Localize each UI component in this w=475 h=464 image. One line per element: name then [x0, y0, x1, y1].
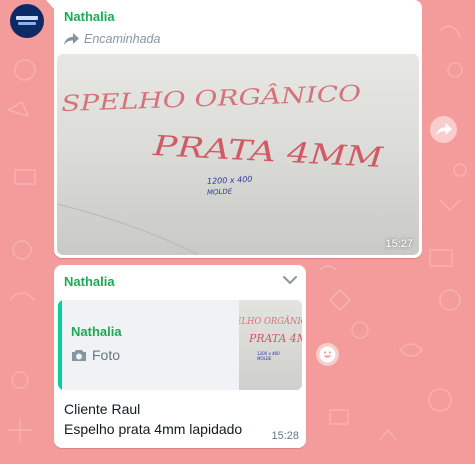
- thumb-handwriting-2: PRATA 4MM: [248, 332, 302, 345]
- photo-timestamp: 15:27: [385, 238, 413, 250]
- contact-avatar[interactable]: [10, 4, 44, 38]
- emoji-smile-icon: [319, 346, 336, 363]
- forwarded-indicator: Encaminhada: [64, 31, 160, 47]
- camera-icon: [72, 349, 86, 361]
- forwarded-photo-message[interactable]: Nathalia Encaminhada SPELHO ORGÂNICO PRA…: [46, 0, 422, 258]
- photo-handwriting-2: PRATA 4MM: [151, 129, 385, 174]
- forwarded-label: Encaminhada: [84, 32, 161, 46]
- quote-stripe: [58, 300, 62, 390]
- sender-name[interactable]: Nathalia: [64, 9, 115, 24]
- bubble-tail: [46, 0, 54, 9]
- share-forward-icon: [435, 123, 452, 136]
- message-text: Cliente Raul Espelho prata 4mm lapidado: [64, 399, 242, 439]
- photo-handwriting-3: 1200 x 400: [207, 175, 253, 186]
- message-timestamp: 15:28: [271, 430, 299, 442]
- forward-arrow-icon: [64, 33, 79, 45]
- quoted-type-label: Foto: [92, 347, 121, 363]
- message-photo[interactable]: SPELHO ORGÂNICO PRATA 4MM 1200 x 400 MOL…: [57, 54, 419, 255]
- photo-handwriting-4: MOLDE: [207, 187, 233, 196]
- photo-content: SPELHO ORGÂNICO PRATA 4MM 1200 x 400 MOL…: [57, 80, 386, 255]
- reply-message[interactable]: Nathalia Nathalia Foto SPELHO ORGÂNICO P…: [54, 265, 306, 448]
- message-line-1: Cliente Raul: [64, 401, 141, 417]
- sender-name[interactable]: Nathalia: [64, 274, 115, 289]
- thumb-handwriting-4: MOLDE: [257, 356, 272, 361]
- quoted-sender-name: Nathalia: [71, 324, 122, 339]
- thumb-handwriting-1: SPELHO ORGÂNICO: [239, 315, 302, 327]
- quoted-type: Foto: [71, 347, 120, 363]
- message-line-2: Espelho prata 4mm lapidado: [64, 421, 243, 437]
- quoted-photo-thumbnail: SPELHO ORGÂNICO PRATA 4MM 1200 x 400 MOL…: [239, 300, 302, 390]
- chevron-down-icon[interactable]: [282, 274, 298, 286]
- share-button[interactable]: [430, 116, 457, 143]
- photo-handwriting-1: SPELHO ORGÂNICO: [61, 80, 362, 117]
- reaction-button[interactable]: [316, 343, 339, 366]
- quoted-message[interactable]: Nathalia Foto SPELHO ORGÂNICO PRATA 4MM …: [58, 300, 302, 390]
